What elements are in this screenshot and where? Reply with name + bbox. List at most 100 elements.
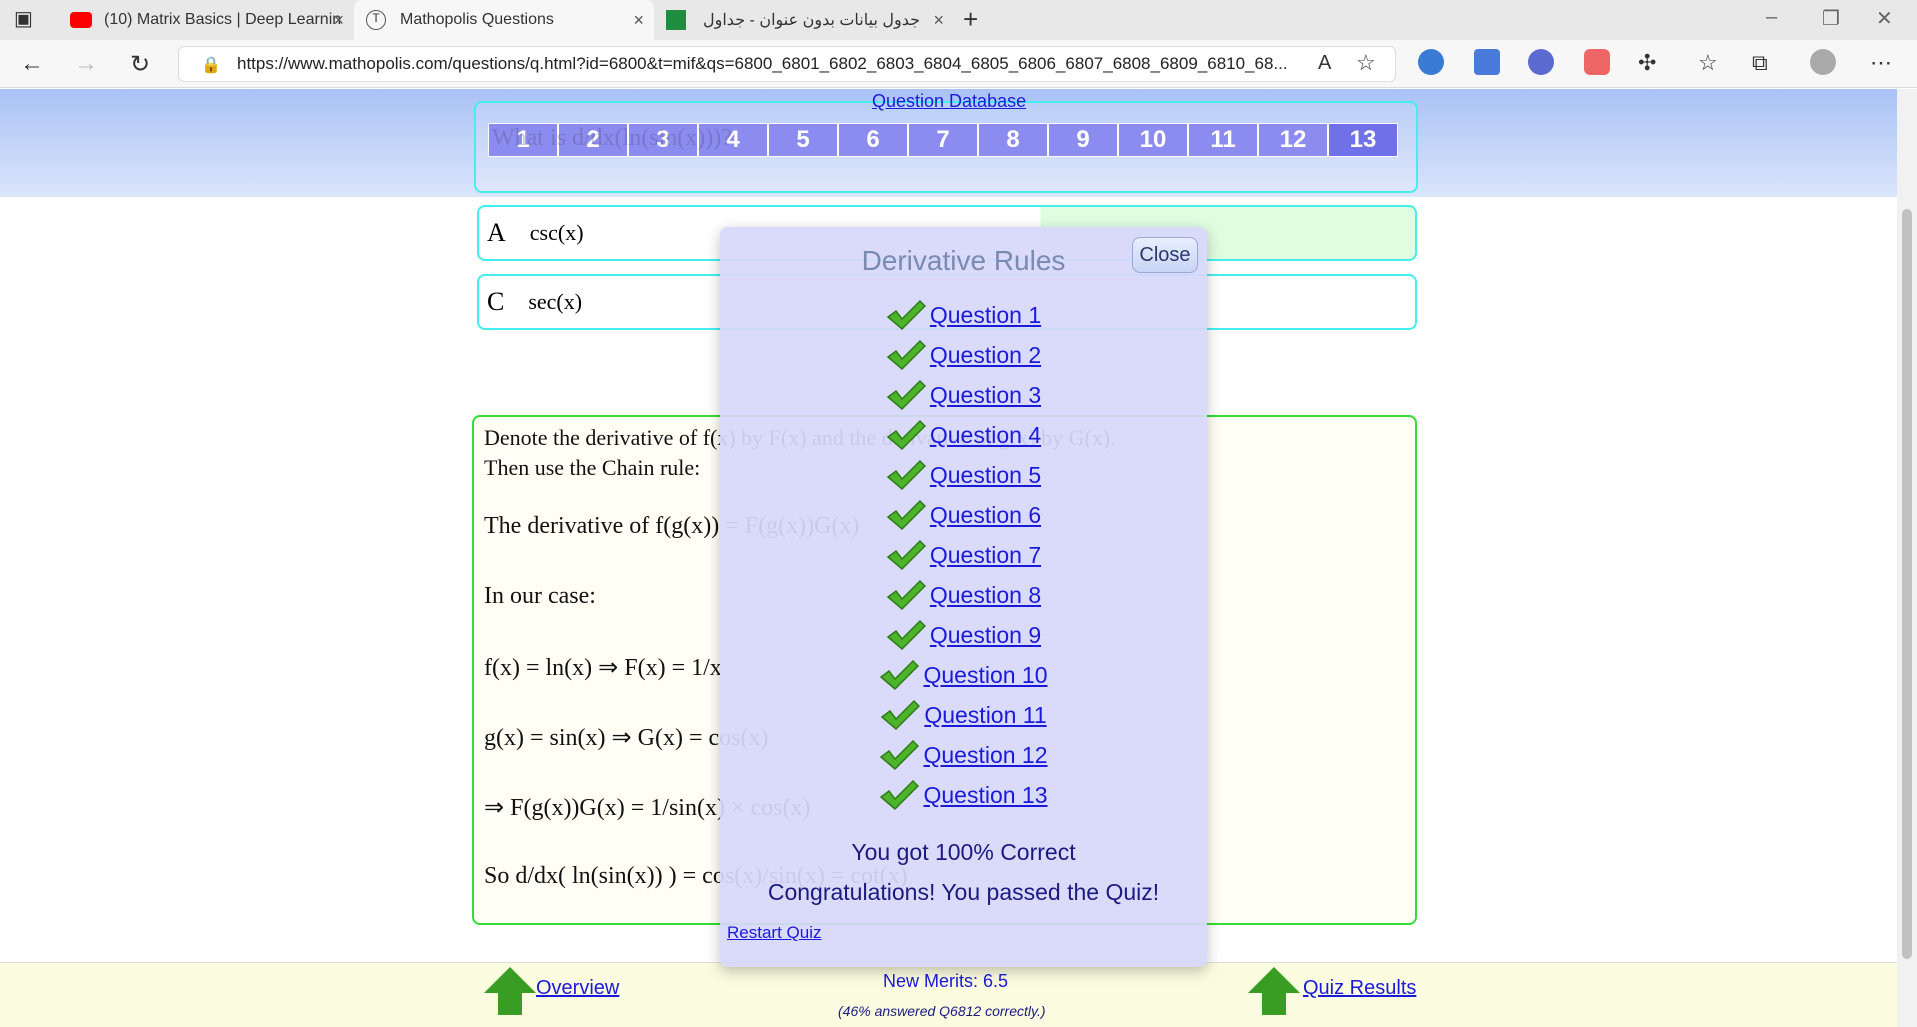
question-nav-item[interactable]: 12 [1258, 123, 1328, 157]
question-result-row: Question 4 [720, 415, 1207, 455]
question-result-row: Question 7 [720, 535, 1207, 575]
question-nav-item[interactable]: 8 [978, 123, 1048, 157]
mathopolis-icon: T [366, 10, 386, 30]
question-result-row: Question 8 [720, 575, 1207, 615]
reload-icon[interactable]: ↻ [130, 50, 150, 79]
close-tab-icon[interactable]: × [933, 10, 944, 31]
check-icon [879, 659, 920, 691]
question-nav-item[interactable]: 10 [1118, 123, 1188, 157]
check-icon [886, 339, 926, 371]
check-icon [886, 539, 926, 571]
favorite-add-icon[interactable]: ☆ [1356, 50, 1376, 76]
answer-text: sec(x) [528, 289, 583, 314]
scrollbar-thumb[interactable] [1902, 209, 1912, 959]
question-result-row: Question 13 [720, 775, 1207, 815]
collections-icon[interactable]: ⧉ [1752, 50, 1768, 76]
favorites-icon[interactable]: ☆ [1698, 50, 1718, 76]
congrats-text: Congratulations! You passed the Quiz! [767, 879, 1160, 905]
question-result-row: Question 11 [720, 695, 1207, 735]
question-database-link[interactable]: Question Database [872, 91, 1026, 112]
tab-youtube[interactable]: (10) Matrix Basics | Deep Learnin × [58, 0, 354, 40]
tab-bar: ▣ (10) Matrix Basics | Deep Learnin × T … [0, 0, 1917, 40]
question-result-link[interactable]: Question 1 [930, 302, 1041, 329]
answer-letter: C [487, 287, 505, 316]
translate-icon[interactable] [1474, 49, 1500, 75]
question-result-row: Question 12 [720, 735, 1207, 775]
answer-letter: A [487, 218, 506, 247]
overview-link[interactable]: Overview [536, 977, 619, 1000]
question-result-link[interactable]: Question 6 [930, 502, 1041, 529]
solution-line: Then use the Chain rule: [484, 455, 701, 480]
quiz-dialog: Derivative Rules Close Question 1 Questio… [720, 227, 1207, 967]
question-result-row: Question 10 [720, 655, 1207, 695]
question-text: What is d/dx(ln(sin(x)))? [492, 125, 732, 151]
extension-red-icon[interactable] [1584, 49, 1610, 75]
extension-globe-icon[interactable] [1418, 49, 1444, 75]
question-result-link[interactable]: Question 4 [930, 422, 1041, 449]
forward-icon[interactable]: → [74, 50, 98, 78]
minimize-icon[interactable]: – [1766, 6, 1777, 29]
question-nav-item[interactable]: 5 [768, 123, 838, 157]
question-result-link[interactable]: Question 12 [923, 742, 1047, 769]
address-bar-row: ← → ↻ 🔒 https://www.mathopolis.com/quest… [0, 40, 1917, 88]
question-nav-item[interactable]: 7 [908, 123, 978, 157]
question-nav-item[interactable]: 6 [838, 123, 908, 157]
solution-line: In our case: [484, 583, 596, 609]
answer-text: csc(x) [529, 220, 584, 245]
question-result-link[interactable]: Question 10 [923, 662, 1047, 689]
check-icon [880, 699, 921, 731]
question-result-link[interactable]: Question 13 [923, 782, 1047, 809]
page-content: Question Database 1 2 3 4 5 6 7 8 9 10 11 12 13 What… [0, 89, 1897, 1027]
question-result-link[interactable]: Question 7 [930, 542, 1041, 569]
tab-mathopolis[interactable]: T Mathopolis Questions × [354, 0, 654, 40]
check-icon [886, 499, 926, 531]
tab-title: جدول بيانات بدون عنوان - جداول ب [700, 12, 920, 29]
quiz-results-arrow-icon[interactable] [1248, 967, 1300, 993]
tab-actions-icon[interactable]: ▣ [14, 6, 33, 31]
question-result-link[interactable]: Question 5 [930, 462, 1041, 489]
question-result-row: Question 2 [720, 335, 1207, 375]
quiz-results-link[interactable]: Quiz Results [1303, 977, 1416, 1000]
back-icon[interactable]: ← [20, 50, 44, 78]
close-button[interactable]: Close [1132, 237, 1198, 273]
url-input[interactable]: 🔒 https://www.mathopolis.com/questions/q… [178, 46, 1396, 82]
solution-line: f(x) = ln(x) ⇒ F(x) = 1/x [484, 655, 722, 681]
footer-bar: Overview New Merits: 6.5 (46% answered Q… [0, 962, 1897, 1027]
question-nav-item[interactable]: 11 [1188, 123, 1258, 157]
check-icon [886, 419, 926, 451]
new-merits: New Merits: 6.5 [883, 971, 1009, 991]
scrollbar[interactable] [1897, 89, 1917, 1027]
quiz-results-arrow-stem [1262, 993, 1286, 1015]
restore-icon[interactable]: ❐ [1822, 6, 1840, 31]
close-window-icon[interactable]: ✕ [1876, 6, 1893, 31]
close-tab-icon[interactable]: × [633, 10, 644, 31]
question-result-row: Question 9 [720, 615, 1207, 655]
overview-arrow-stem [498, 993, 522, 1015]
restart-quiz-link[interactable]: Restart Quiz [727, 923, 821, 943]
check-icon [886, 619, 926, 651]
tab-title: Mathopolis Questions [400, 11, 554, 28]
question-nav-item[interactable]: 13 [1328, 123, 1398, 157]
profile-avatar[interactable] [1810, 49, 1836, 75]
question-result-link[interactable]: Question 3 [930, 382, 1041, 409]
question-list: Question 1 Question 2 Question 3 Question 4… [720, 295, 1207, 815]
tab-sheets[interactable]: جدول بيانات بدون عنوان - جداول ب × [654, 0, 954, 40]
extensions-icon[interactable]: ✣ [1638, 50, 1656, 76]
question-nav-item[interactable]: 9 [1048, 123, 1118, 157]
check-icon [879, 739, 920, 771]
youtube-icon [70, 12, 92, 28]
question-result-link[interactable]: Question 2 [930, 342, 1041, 369]
question-result-row: Question 5 [720, 455, 1207, 495]
read-aloud-icon[interactable]: A [1318, 52, 1331, 75]
close-tab-icon[interactable]: × [333, 10, 344, 31]
more-menu-icon[interactable]: ⋯ [1870, 50, 1892, 76]
question-result-link[interactable]: Question 8 [930, 582, 1041, 609]
check-icon [879, 779, 920, 811]
question-result-link[interactable]: Question 11 [924, 702, 1046, 729]
new-tab-icon[interactable]: + [963, 4, 978, 35]
question-result-link[interactable]: Question 9 [930, 622, 1041, 649]
question-result-row: Question 6 [720, 495, 1207, 535]
url-text: https://www.mathopolis.com/questions/q.h… [237, 54, 1288, 73]
overview-arrow-icon[interactable] [484, 967, 536, 993]
extension-search-icon[interactable] [1528, 49, 1554, 75]
